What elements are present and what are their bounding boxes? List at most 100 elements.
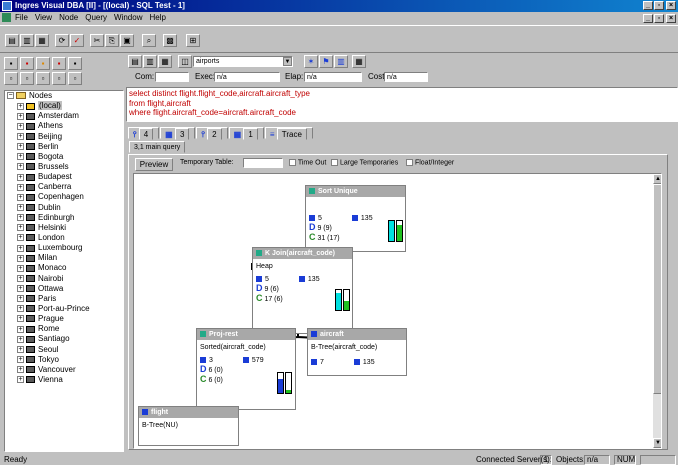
tree-node[interactable]: + Seoul (5, 345, 123, 355)
expand-icon[interactable]: + (17, 163, 24, 171)
node-refresh-icon[interactable]: ▪ (52, 57, 66, 70)
expand-icon[interactable]: + (17, 274, 24, 282)
disconnect-icon[interactable]: ▥ (20, 34, 34, 47)
settings-icon[interactable]: ▦ (352, 55, 366, 68)
tree-node[interactable]: + Berlin (5, 142, 123, 152)
scroll-thumb[interactable] (653, 184, 661, 394)
drop-node-icon[interactable]: ▪ (36, 57, 50, 70)
plan-node-aircraft[interactable]: aircraft B-Tree(aircraft_code) 7 135 (307, 328, 407, 376)
node-tools-icon[interactable]: ▪ (68, 57, 82, 70)
commit-icon[interactable]: ▥ (334, 55, 348, 68)
tree-node[interactable]: + Budapest (5, 172, 123, 182)
tree-node[interactable]: + Vancouver (5, 365, 123, 375)
tree-node-local[interactable]: + (local) (5, 101, 123, 111)
chevron-down-icon[interactable]: ▼ (283, 57, 292, 66)
menu-view[interactable]: View (35, 13, 52, 22)
open-query-icon[interactable]: ▥ (143, 55, 157, 68)
time-out-checkbox[interactable]: Time Out (289, 159, 326, 166)
expand-icon[interactable]: + (17, 325, 24, 333)
tree-node[interactable]: + Paris (5, 294, 123, 304)
tree-node[interactable]: + Ottawa (5, 284, 123, 294)
expand-icon[interactable]: + (17, 122, 24, 130)
tree-node[interactable]: + Canberra (5, 182, 123, 192)
plan-node-proj[interactable]: Proj-rest Sorted(aircraft_code) 3 579 D 6… (196, 328, 296, 410)
sql-editor[interactable]: select distinct flight.flight_code,aircr… (126, 87, 678, 122)
tab-1[interactable]: ▦ 1 (228, 127, 264, 140)
collapse-icon[interactable]: − (7, 92, 14, 100)
save-query-icon[interactable]: ▦ (158, 55, 172, 68)
expand-icon[interactable]: + (17, 193, 24, 201)
tree-node[interactable]: + Nairobi (5, 274, 123, 284)
preview-button[interactable]: Preview (135, 158, 173, 171)
tree-node[interactable]: + Dublin (5, 203, 123, 213)
menu-query[interactable]: Query (85, 13, 107, 22)
tree-node[interactable]: + Milan (5, 253, 123, 263)
expand-icon[interactable]: + (17, 203, 24, 211)
mdi-close-button[interactable]: × (666, 14, 676, 23)
sub-tab[interactable]: 3,1 main query (129, 141, 186, 153)
expand-icon[interactable]: + (17, 264, 24, 272)
expand-icon[interactable]: + (17, 153, 24, 161)
monitor-icon[interactable]: ▫ (36, 72, 50, 85)
database-select[interactable]: airports ▼ (193, 56, 293, 67)
execute-icon[interactable]: ▤ (128, 55, 142, 68)
tree-node[interactable]: + Copenhagen (5, 192, 123, 202)
tree-node[interactable]: + Amsterdam (5, 111, 123, 121)
tab-2[interactable]: ⫯ 2 (196, 127, 228, 140)
sql-test-icon[interactable]: ▩ (163, 34, 177, 47)
tree-root[interactable]: − Nodes (5, 91, 123, 101)
disconnect-node-icon[interactable]: ▫ (68, 72, 82, 85)
tree-node[interactable]: + Brussels (5, 162, 123, 172)
transaction-icon[interactable]: ⚑ (319, 55, 333, 68)
window-tile-icon[interactable]: ⊞ (186, 34, 200, 47)
close-button[interactable]: × (666, 1, 676, 10)
tree-node[interactable]: + Helsinki (5, 223, 123, 233)
tree-node[interactable]: + Rome (5, 324, 123, 334)
tree-node[interactable]: + Santiago (5, 334, 123, 344)
expand-icon[interactable]: + (17, 234, 24, 242)
expand-icon[interactable]: + (17, 366, 24, 374)
scroll-down-icon[interactable]: ▼ (653, 438, 661, 448)
query-info-icon[interactable]: ◫ (178, 55, 192, 68)
expand-icon[interactable]: + (17, 173, 24, 181)
expand-icon[interactable]: + (17, 254, 24, 262)
temp-table-field[interactable] (243, 158, 283, 168)
plan-node-join[interactable]: K Join(aircraft_code) Heap 5 135 D 9 (6) … (252, 247, 353, 334)
expand-icon[interactable]: + (17, 305, 24, 313)
expand-icon[interactable]: + (17, 183, 24, 191)
tab-trace[interactable]: ≡ Trace (264, 127, 313, 140)
mdi-minimize-button[interactable]: _ (643, 14, 653, 23)
expand-icon[interactable]: + (17, 112, 24, 120)
properties-icon[interactable]: ✓ (70, 34, 84, 47)
qep-icon[interactable]: ✶ (304, 55, 318, 68)
tab-4[interactable]: ⫯ 4 (128, 127, 160, 140)
tree-node[interactable]: + Port-au-Prince (5, 304, 123, 314)
expand-icon[interactable]: + (17, 356, 24, 364)
copy-icon[interactable]: ⎘ (105, 34, 119, 47)
menu-help[interactable]: Help (149, 13, 165, 22)
plan-node-flight[interactable]: flight B-Tree(NU) (138, 406, 239, 446)
scroll-up-icon[interactable]: ▲ (653, 174, 661, 184)
expand-icon[interactable]: + (17, 285, 24, 293)
expand-icon[interactable]: + (17, 224, 24, 232)
restore-button[interactable]: ▫ (654, 1, 664, 10)
tree-node[interactable]: + Monaco (5, 263, 123, 273)
connect-icon[interactable]: ▤ (5, 34, 19, 47)
expand-icon[interactable]: + (17, 244, 24, 252)
expand-icon[interactable]: + (17, 214, 24, 222)
expand-icon[interactable]: + (17, 376, 24, 384)
tree-node[interactable]: + Tokyo (5, 355, 123, 365)
tab-3[interactable]: ▦ 3 (160, 127, 196, 140)
expand-icon[interactable]: + (17, 335, 24, 343)
menu-node[interactable]: Node (59, 13, 78, 22)
menu-file[interactable]: File (15, 13, 28, 22)
tree-node[interactable]: + Vienna (5, 375, 123, 385)
vertical-scrollbar[interactable]: ▲ ▼ (653, 174, 661, 448)
expand-icon[interactable]: + (17, 102, 24, 110)
expand-icon[interactable]: + (17, 295, 24, 303)
gateway-icon[interactable]: ▫ (52, 72, 66, 85)
tree-node[interactable]: + Beijing (5, 132, 123, 142)
expand-icon[interactable]: + (17, 143, 24, 151)
server-icon[interactable]: ▫ (20, 72, 34, 85)
expand-icon[interactable]: + (17, 315, 24, 323)
